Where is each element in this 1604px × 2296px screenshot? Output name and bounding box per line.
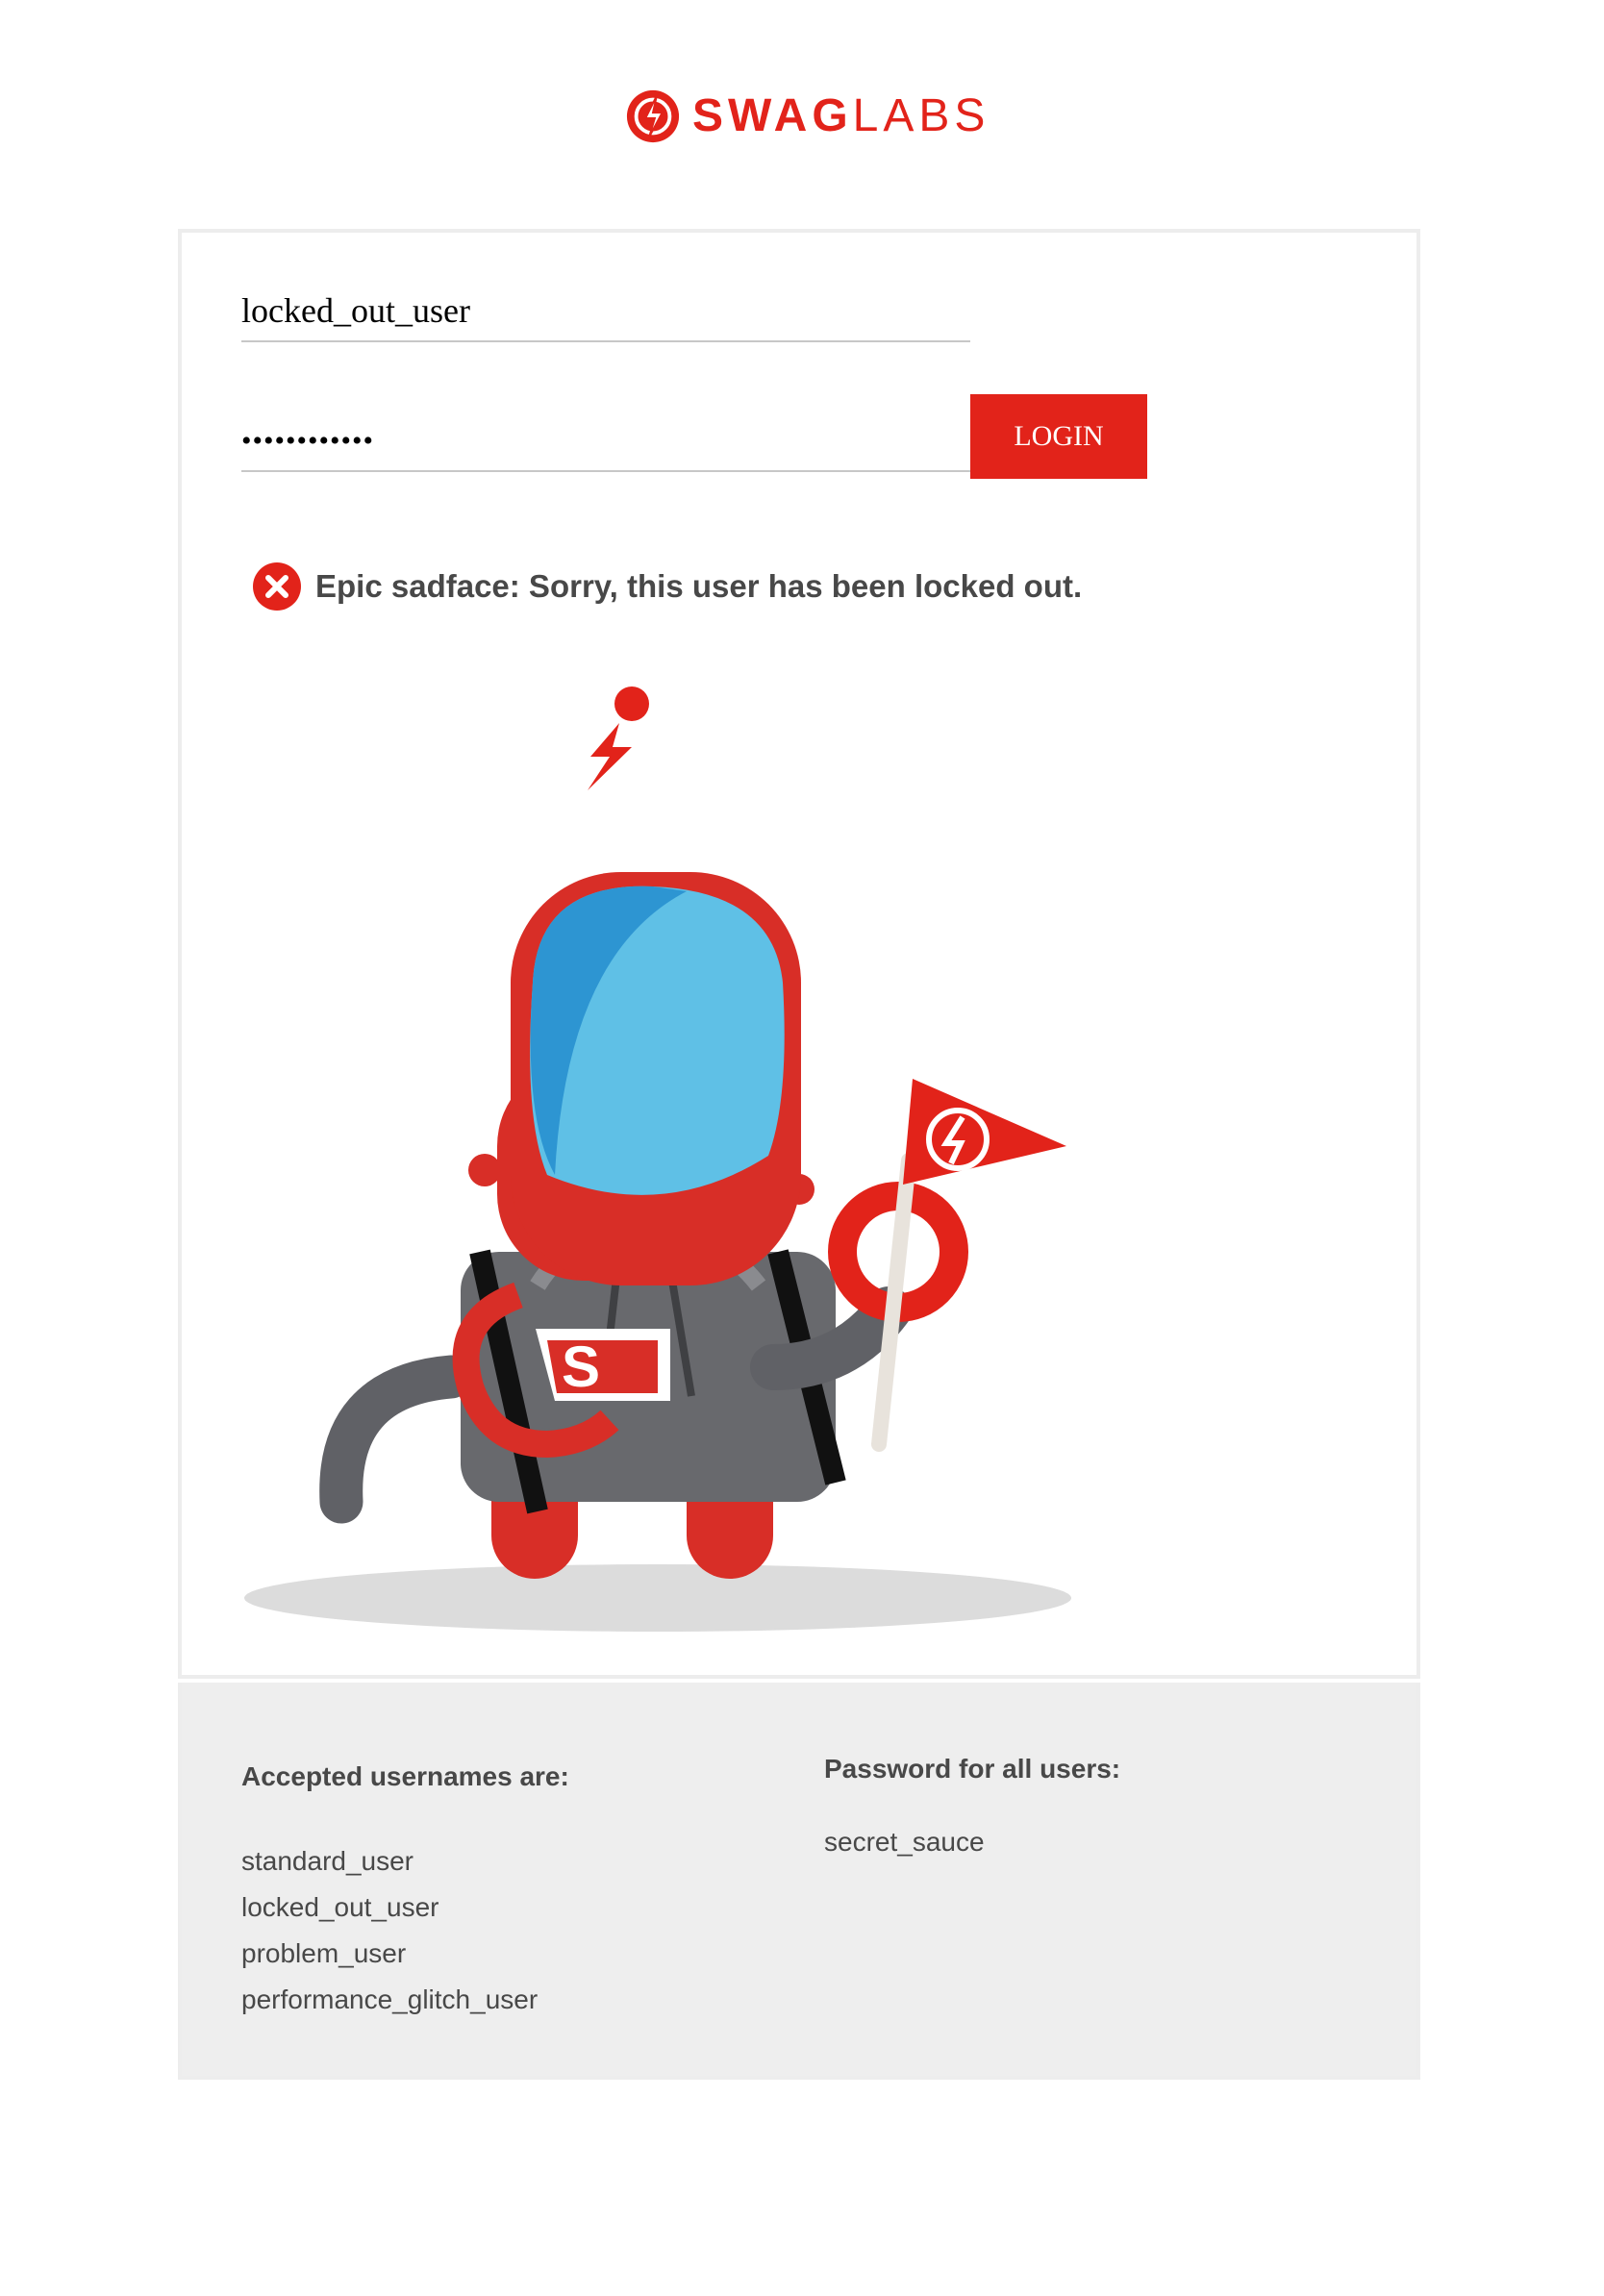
username-item: performance_glitch_user: [241, 1984, 539, 2014]
svg-text:S: S: [562, 1335, 600, 1399]
password-value: secret_sauce: [824, 1819, 985, 1865]
error-x-circle-icon[interactable]: [252, 562, 302, 611]
logo-wordmark: SWAGLABS: [692, 93, 990, 139]
password-item: secret_sauce: [824, 1827, 985, 1857]
username-item: locked_out_user: [241, 1892, 439, 1922]
username-input[interactable]: locked_out_user: [241, 281, 970, 342]
usernames-title: Accepted usernames are:: [241, 1761, 569, 1791]
error-text: Epic sadface: Sorry, this user has been …: [315, 568, 1083, 604]
usernames-list: standard_user locked_out_user problem_us…: [241, 1838, 538, 2023]
logo-text-bold: SWAG: [692, 90, 853, 141]
swag-labs-logo-icon: [626, 89, 680, 143]
login-card: locked_out_user •••••••••••• LOGIN Epic …: [178, 229, 1420, 1679]
logo-text-light: LABS: [852, 90, 990, 141]
error-message: Epic sadface: Sorry, this user has been …: [252, 560, 1082, 613]
credentials-panel: Accepted usernames are: standard_user lo…: [178, 1683, 1420, 2080]
swag-labs-logo: SWAGLABS: [625, 85, 985, 148]
robot-mascot-illustration: S: [244, 686, 1071, 1632]
login-button[interactable]: LOGIN: [970, 394, 1147, 479]
password-input[interactable]: ••••••••••••: [241, 411, 970, 472]
username-item: standard_user: [241, 1846, 414, 1876]
password-title: Password for all users:: [824, 1754, 1121, 1784]
username-item: problem_user: [241, 1938, 407, 1968]
